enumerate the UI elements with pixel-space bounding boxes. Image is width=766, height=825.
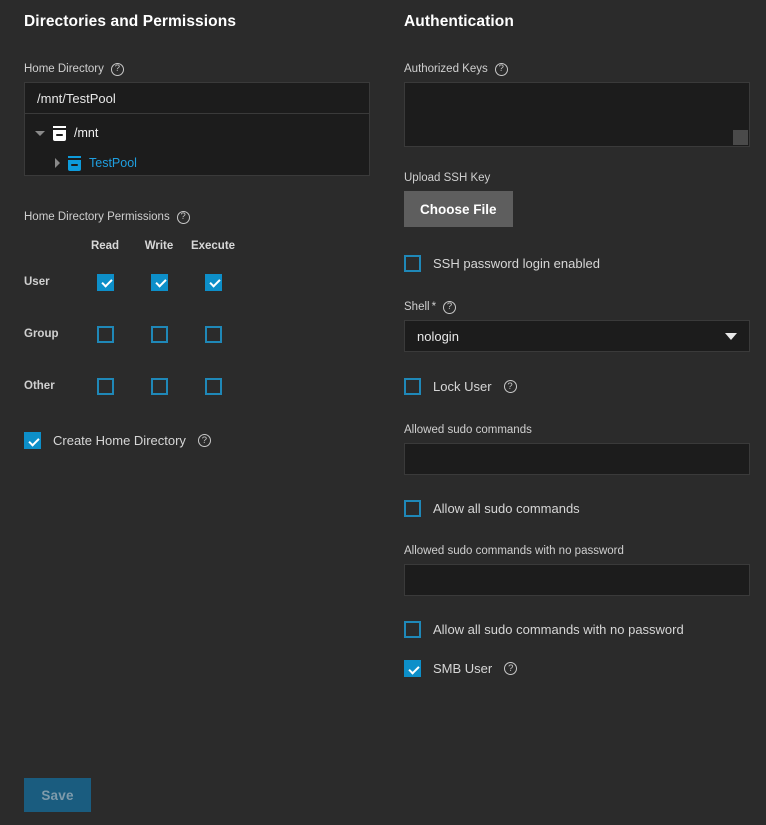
checkbox-other-execute[interactable]: [205, 378, 222, 395]
save-button[interactable]: Save: [24, 778, 91, 812]
tree-node-label: TestPool: [89, 156, 137, 170]
checkbox-group-write[interactable]: [151, 326, 168, 343]
shell-select[interactable]: nologin: [404, 320, 750, 352]
allowed-sudo-commands-label-text: Allowed sudo commands: [404, 424, 532, 436]
home-directory-label-text: Home Directory: [24, 63, 104, 75]
column-header-execute: Execute: [186, 240, 240, 256]
allowed-sudo-commands-input[interactable]: [404, 443, 750, 475]
upload-ssh-key-label-text: Upload SSH Key: [404, 172, 490, 184]
create-home-directory-row[interactable]: Create Home Directory ?: [24, 432, 370, 449]
help-circle-icon[interactable]: ?: [198, 434, 211, 447]
allow-all-sudo-nopasswd-row[interactable]: Allow all sudo commands with no password: [404, 621, 750, 638]
dataset-icon: [52, 126, 67, 141]
shell-label: Shell * ?: [404, 300, 750, 314]
home-directory-permissions: Home Directory Permissions ? Read Write …: [24, 210, 370, 412]
textarea-resize-handle[interactable]: [733, 130, 748, 145]
authorized-keys-label: Authorized Keys ?: [404, 62, 750, 76]
help-circle-icon[interactable]: ?: [443, 301, 456, 314]
column-header-read: Read: [78, 240, 132, 256]
checkbox-other-write[interactable]: [151, 378, 168, 395]
tree-node-mnt[interactable]: /mnt: [25, 122, 369, 144]
checkbox-smb-user[interactable]: [404, 660, 421, 677]
upload-ssh-key-label: Upload SSH Key: [404, 171, 750, 185]
authentication-panel: Authentication Authorized Keys ? Upload …: [404, 0, 750, 677]
allow-all-sudo-nopasswd-label: Allow all sudo commands with no password: [433, 623, 684, 636]
allowed-sudo-commands-nopasswd-label: Allowed sudo commands with no password: [404, 544, 750, 558]
checkbox-group-execute[interactable]: [205, 326, 222, 343]
shell-label-text: Shell: [404, 301, 430, 313]
help-circle-icon[interactable]: ?: [504, 662, 517, 675]
lock-user-row[interactable]: Lock User ?: [404, 378, 750, 395]
checkbox-allow-all-sudo-nopasswd[interactable]: [404, 621, 421, 638]
home-directory-label: Home Directory ?: [24, 62, 370, 76]
permissions-row-user: User: [24, 256, 370, 308]
allowed-sudo-commands-nopasswd-input[interactable]: [404, 564, 750, 596]
smb-user-label: SMB User: [433, 662, 492, 675]
authorized-keys-textarea-wrapper[interactable]: [404, 82, 750, 147]
allow-all-sudo-row[interactable]: Allow all sudo commands: [404, 500, 750, 517]
help-circle-icon[interactable]: ?: [111, 63, 124, 76]
permissions-row-other: Other: [24, 360, 370, 412]
help-circle-icon[interactable]: ?: [504, 380, 517, 393]
help-circle-icon[interactable]: ?: [177, 211, 190, 224]
checkbox-allow-all-sudo[interactable]: [404, 500, 421, 517]
allowed-sudo-commands-nopasswd-label-text: Allowed sudo commands with no password: [404, 545, 624, 557]
allow-all-sudo-label: Allow all sudo commands: [433, 502, 580, 515]
shell-selected-value: nologin: [417, 329, 459, 344]
checkbox-group-read[interactable]: [97, 326, 114, 343]
dataset-icon: [67, 156, 82, 171]
allowed-sudo-commands-label: Allowed sudo commands: [404, 423, 750, 437]
section-title-authentication: Authentication: [404, 12, 750, 32]
checkbox-lock-user[interactable]: [404, 378, 421, 395]
home-directory-permissions-label-text: Home Directory Permissions: [24, 211, 170, 223]
checkbox-user-read[interactable]: [97, 274, 114, 291]
permissions-row-group: Group: [24, 308, 370, 360]
home-directory-permissions-label: Home Directory Permissions ?: [24, 210, 370, 224]
ssh-password-login-row[interactable]: SSH password login enabled: [404, 255, 750, 272]
create-home-directory-label: Create Home Directory: [53, 434, 186, 447]
chevron-down-icon[interactable]: [725, 333, 737, 340]
caret-right-icon[interactable]: [55, 158, 60, 168]
tree-node-testpool[interactable]: TestPool: [25, 152, 369, 174]
checkbox-other-read[interactable]: [97, 378, 114, 395]
permissions-header-row: Read Write Execute: [24, 240, 370, 256]
tree-node-label: /mnt: [74, 126, 98, 140]
user-edit-form: Directories and Permissions Home Directo…: [0, 0, 766, 825]
row-label-user: User: [24, 276, 78, 288]
directories-and-permissions-panel: Directories and Permissions Home Directo…: [24, 0, 370, 449]
caret-down-icon[interactable]: [35, 131, 45, 136]
ssh-password-login-label: SSH password login enabled: [433, 257, 600, 270]
checkbox-create-home-directory[interactable]: [24, 432, 41, 449]
checkbox-ssh-password-login[interactable]: [404, 255, 421, 272]
column-header-write: Write: [132, 240, 186, 256]
section-title-directories: Directories and Permissions: [24, 12, 370, 32]
home-directory-tree: /mnt TestPool: [24, 114, 370, 176]
checkbox-user-execute[interactable]: [205, 274, 222, 291]
lock-user-label: Lock User: [433, 380, 492, 393]
row-label-group: Group: [24, 328, 78, 340]
help-circle-icon[interactable]: ?: [495, 63, 508, 76]
shell-required-marker: *: [432, 301, 436, 313]
home-directory-input[interactable]: [24, 82, 370, 114]
row-label-other: Other: [24, 380, 78, 392]
choose-file-button[interactable]: Choose File: [404, 191, 513, 227]
authorized-keys-label-text: Authorized Keys: [404, 63, 488, 75]
smb-user-row[interactable]: SMB User ?: [404, 660, 750, 677]
checkbox-user-write[interactable]: [151, 274, 168, 291]
